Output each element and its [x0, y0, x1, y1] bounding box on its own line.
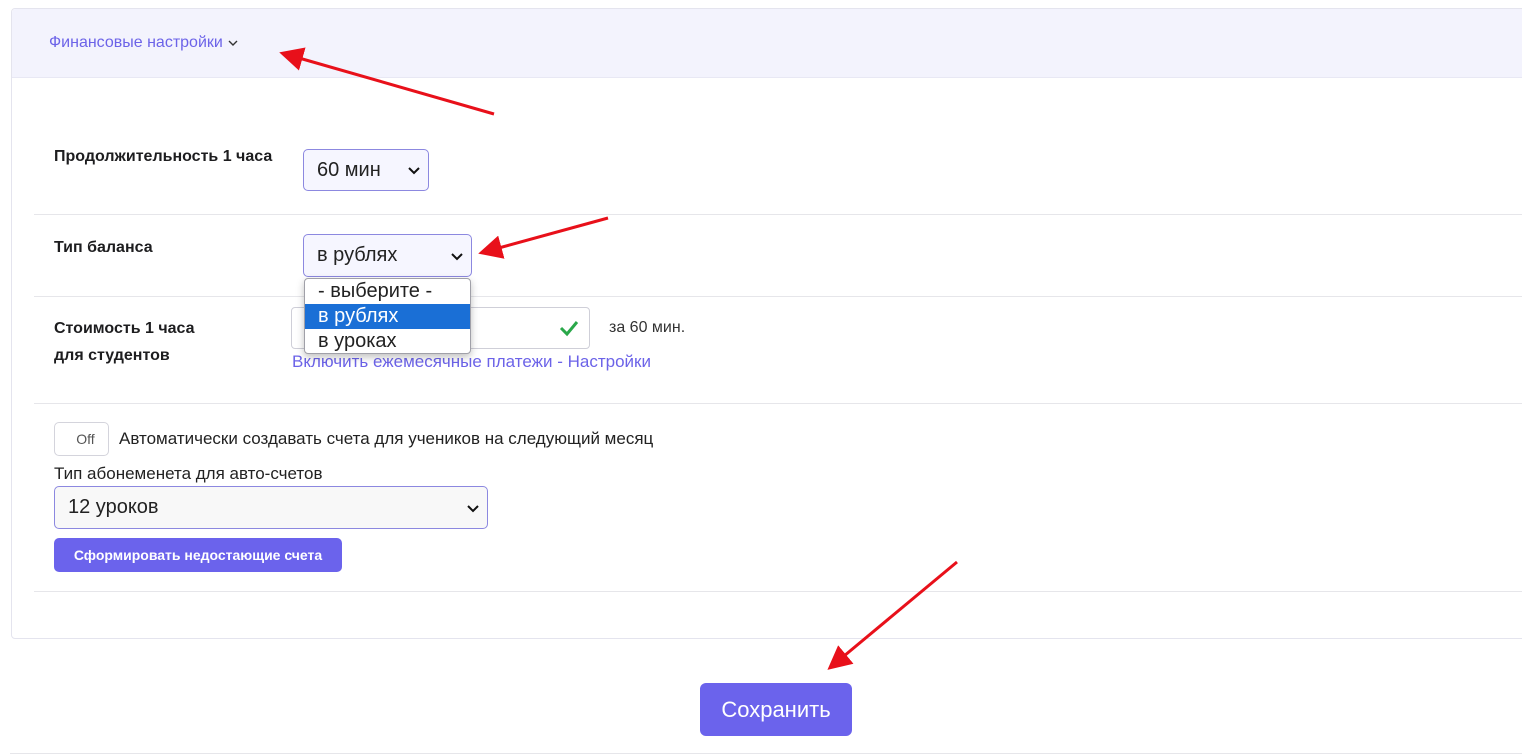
duration-select[interactable]: 60 мин: [303, 149, 429, 191]
auto-invoice-description: Автоматически создавать счета для ученик…: [119, 429, 654, 448]
balance-type-value: в рублях: [317, 244, 398, 266]
balance-row: [34, 215, 1522, 297]
chevron-down-icon: [467, 504, 479, 512]
check-icon: [559, 321, 579, 337]
cost-label: Стоимость 1 часа для студентов: [54, 320, 195, 364]
balance-option-lessons[interactable]: в уроках: [305, 329, 470, 353]
subscription-type-value: 12 уроков: [68, 496, 159, 518]
bottom-divider: [10, 753, 1522, 754]
duration-value: 60 мин: [317, 158, 381, 181]
balance-type-dropdown: - выберите - в рублях в уроках: [304, 278, 471, 354]
duration-label: Продолжительность 1 часа: [54, 148, 273, 165]
chevron-down-icon: [408, 167, 420, 175]
cost-row: [34, 297, 1522, 404]
cost-unit: за 60 мин.: [609, 319, 686, 336]
balance-type-label: Тип баланса: [54, 239, 153, 256]
generate-missing-invoices-button[interactable]: Сформировать недостающие счета: [54, 538, 342, 572]
auto-invoice-toggle[interactable]: Off: [54, 422, 109, 456]
subscription-type-label: Тип абонеменета для авто-счетов: [54, 464, 323, 483]
balance-option-choose[interactable]: - выберите -: [305, 279, 470, 304]
save-button[interactable]: Сохранить: [700, 683, 852, 736]
balance-type-select[interactable]: в рублях: [303, 234, 472, 277]
balance-option-rubles[interactable]: в рублях: [305, 304, 470, 329]
chevron-down-icon: [451, 252, 463, 260]
financial-settings-card: Финансовые настройки Продолжительность 1…: [11, 8, 1522, 639]
duration-row: [34, 9, 1522, 215]
monthly-payments-link[interactable]: Включить ежемесячные платежи - Настройки: [292, 352, 651, 372]
subscription-type-select[interactable]: 12 уроков: [54, 486, 488, 529]
